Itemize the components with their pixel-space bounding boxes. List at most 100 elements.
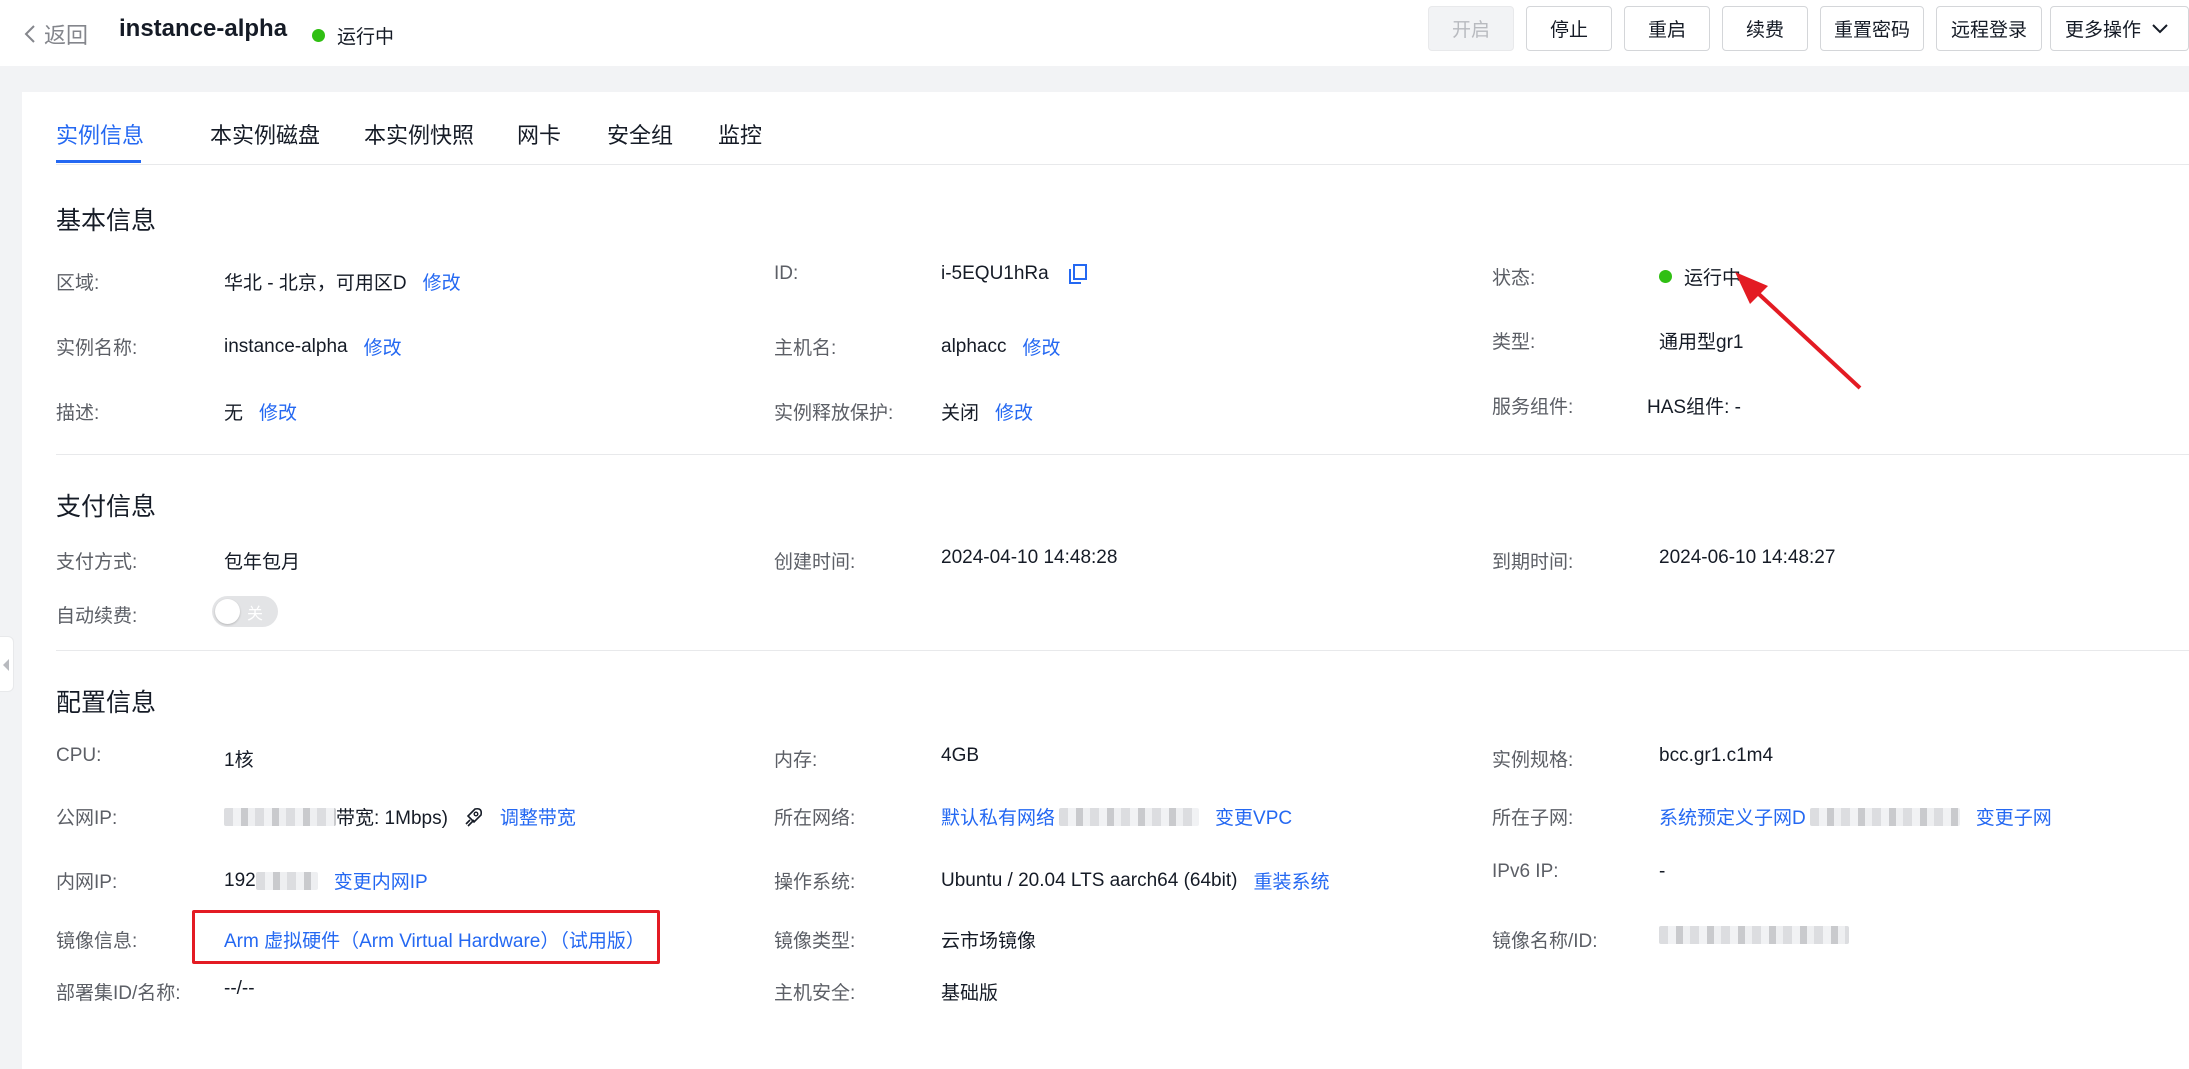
restart-button[interactable]: 重启 — [1624, 6, 1710, 51]
redacted-image-name — [1659, 926, 1849, 944]
redacted-subnet-id — [1809, 807, 1960, 826]
hostname-label: 主机名: — [774, 338, 837, 359]
stop-button[interactable]: 停止 — [1526, 6, 1612, 51]
edit-description-link[interactable]: 修改 — [259, 398, 297, 425]
edit-hostname-link[interactable]: 修改 — [1023, 333, 1061, 360]
deploy-set-label: 部署集ID/名称: — [56, 983, 181, 1004]
tab-security-group[interactable]: 安全组 — [607, 118, 673, 150]
cpu-label: CPU: — [56, 745, 102, 766]
private-ip-row: 192 变更内网IP — [224, 867, 428, 894]
subnet-link[interactable]: 系统预定义子网D — [1659, 803, 1806, 830]
back-label: 返回 — [44, 23, 89, 48]
edit-release-protection-link[interactable]: 修改 — [995, 398, 1033, 425]
payment-method-label: 支付方式: — [56, 552, 138, 573]
description-value: 无 — [224, 403, 244, 424]
reinstall-os-link[interactable]: 重装系统 — [1253, 867, 1329, 894]
region-value: 华北 - 北京，可用区D — [224, 273, 407, 294]
payment-method-value: 包年包月 — [224, 552, 301, 573]
status-label: 状态: — [1492, 268, 1536, 289]
toggle-text: 关 — [247, 606, 264, 623]
tab-nic[interactable]: 网卡 — [517, 118, 561, 150]
tab-snapshots[interactable]: 本实例快照 — [364, 118, 474, 150]
host-security-value: 基础版 — [941, 983, 999, 1004]
created-time-value: 2024-04-10 14:48:28 — [941, 547, 1118, 568]
reset-password-button[interactable]: 重置密码 — [1820, 6, 1924, 51]
private-ip-value: 192 — [224, 869, 256, 891]
memory-value: 4GB — [941, 745, 980, 766]
id-value-row: i-5EQU1hRa — [941, 263, 1087, 285]
section-divider — [56, 454, 2189, 455]
ipv6-label: IPv6 IP: — [1492, 861, 1559, 882]
chevron-left-icon — [24, 25, 35, 43]
annotation-arrow-icon — [1735, 272, 1862, 390]
network-label: 所在网络: — [774, 808, 856, 829]
expire-time-value: 2024-06-10 14:48:27 — [1659, 547, 1836, 568]
spec-value: bcc.gr1.c1m4 — [1659, 745, 1774, 766]
redacted-network-id — [1059, 807, 1200, 826]
instance-name-value: instance-alpha — [224, 335, 348, 357]
spec-label: 实例规格: — [1492, 750, 1574, 771]
image-info-label: 镜像信息: — [56, 931, 138, 952]
redacted-public-ip — [224, 807, 336, 826]
private-ip-label: 内网IP: — [56, 872, 118, 893]
description-row: 无 修改 — [224, 398, 297, 425]
status-text: 运行中 — [337, 27, 395, 48]
start-button[interactable]: 开启 — [1428, 6, 1514, 51]
status-dot-icon — [312, 29, 325, 42]
change-subnet-link[interactable]: 变更子网 — [1976, 803, 2052, 830]
tab-instance-info[interactable]: 实例信息 — [56, 118, 144, 150]
edit-region-link[interactable]: 修改 — [423, 268, 461, 295]
top-bar: 返回 instance-alpha 运行中 开启 停止 重启 续费 重置密码 远… — [0, 0, 2189, 66]
edit-name-link[interactable]: 修改 — [364, 333, 402, 360]
release-protection-row: 关闭 修改 — [941, 398, 1033, 425]
ipv6-value: - — [1659, 861, 1666, 882]
hostname-value: alphacc — [941, 335, 1007, 357]
instance-status: 运行中 — [312, 22, 394, 49]
created-time-label: 创建时间: — [774, 552, 856, 573]
public-ip-row: 带宽: 1Mbps) 调整带宽 — [224, 803, 576, 830]
region-value-row: 华北 - 北京，可用区D 修改 — [224, 268, 461, 295]
renew-button[interactable]: 续费 — [1722, 6, 1808, 51]
section-divider — [56, 650, 2189, 651]
deploy-set-value: --/-- — [224, 978, 255, 999]
instance-name-label: 实例名称: — [56, 338, 138, 359]
payment-info-title: 支付信息 — [56, 493, 157, 521]
host-security-label: 主机安全: — [774, 983, 856, 1004]
more-actions-button[interactable]: 更多操作 — [2050, 6, 2189, 51]
cpu-value: 1核 — [224, 750, 254, 771]
change-vpc-link[interactable]: 变更VPC — [1215, 803, 1292, 830]
network-link[interactable]: 默认私有网络 — [941, 803, 1055, 830]
type-label: 类型: — [1492, 332, 1536, 353]
id-value: i-5EQU1hRa — [941, 263, 1049, 284]
chevron-down-icon — [2152, 23, 2168, 33]
change-private-ip-link[interactable]: 变更内网IP — [334, 867, 428, 894]
back-button[interactable]: 返回 — [24, 18, 88, 50]
redacted-private-ip — [255, 871, 318, 890]
copy-icon[interactable] — [1068, 264, 1087, 284]
sidebar-toggle-handle[interactable] — [0, 636, 14, 692]
highlight-box — [192, 910, 660, 964]
toggle-knob — [215, 599, 240, 624]
config-info-title: 配置信息 — [56, 689, 157, 717]
auto-renew-toggle[interactable]: 关 — [212, 596, 278, 627]
more-actions-label: 更多操作 — [2065, 20, 2142, 41]
memory-label: 内存: — [774, 750, 818, 771]
remote-login-button[interactable]: 远程登录 — [1936, 6, 2042, 51]
subnet-row: 系统预定义子网D 变更子网 — [1659, 803, 2052, 830]
image-type-value: 云市场镜像 — [941, 931, 1037, 952]
image-type-label: 镜像类型: — [774, 931, 856, 952]
status-dot-icon — [1659, 270, 1672, 283]
service-component-label: 服务组件: — [1492, 397, 1574, 418]
public-ip-label: 公网IP: — [56, 808, 118, 829]
public-ip-bandwidth: 带宽: 1Mbps) — [336, 808, 448, 829]
expire-time-label: 到期时间: — [1492, 552, 1574, 573]
description-label: 描述: — [56, 403, 100, 424]
tab-bar: 实例信息 本实例磁盘 本实例快照 网卡 安全组 监控 — [56, 92, 2189, 165]
hostname-row: alphacc 修改 — [941, 333, 1061, 360]
adjust-bandwidth-link[interactable]: 调整带宽 — [500, 803, 576, 830]
release-protection-value: 关闭 — [941, 403, 980, 424]
tab-disks[interactable]: 本实例磁盘 — [210, 118, 320, 150]
tab-monitoring[interactable]: 监控 — [718, 118, 762, 150]
instance-name-row: instance-alpha 修改 — [224, 333, 402, 360]
basic-info-title: 基本信息 — [56, 207, 157, 235]
